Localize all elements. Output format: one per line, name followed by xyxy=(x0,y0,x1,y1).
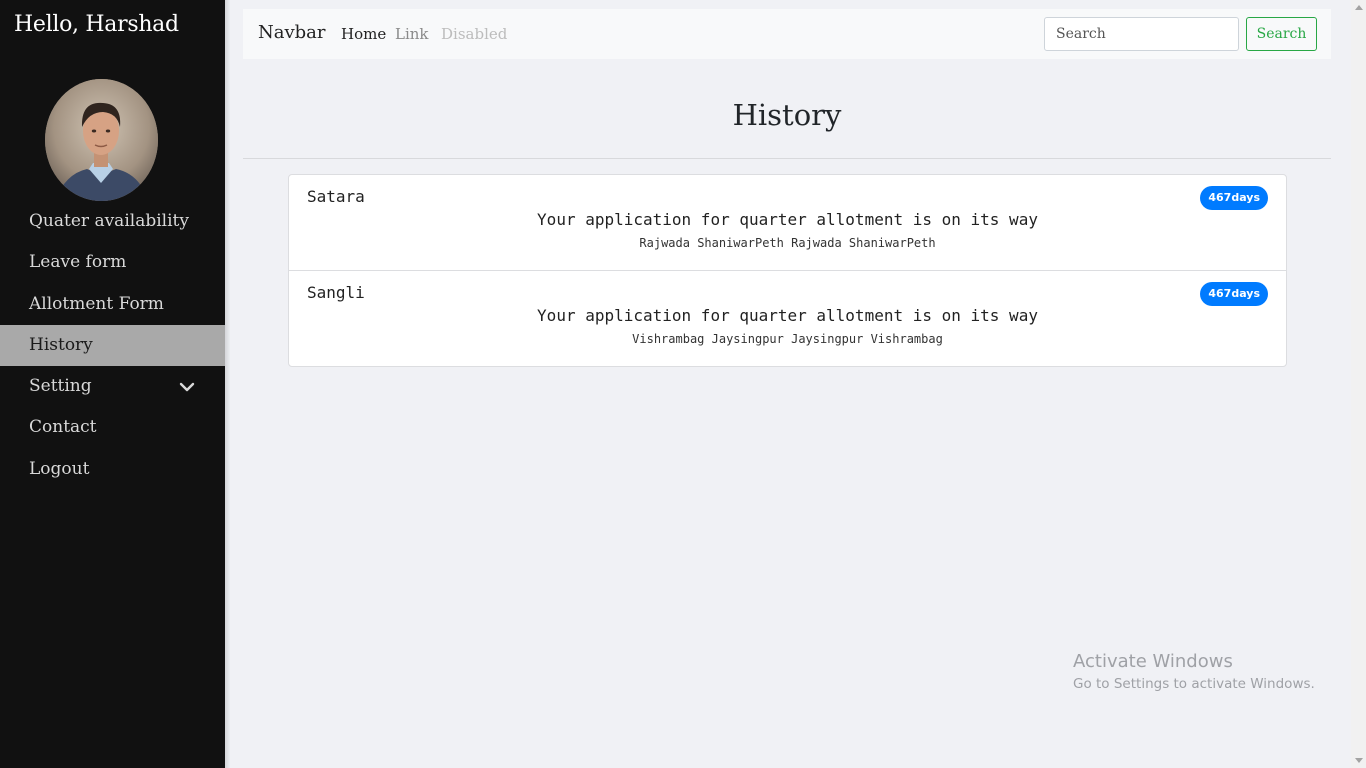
sidebar-item-label: Leave form xyxy=(29,252,127,273)
chevron-down-icon[interactable] xyxy=(179,379,195,395)
activate-windows-watermark: Activate Windows Go to Settings to activ… xyxy=(1073,651,1315,692)
list-item[interactable]: Sangli 467days Your application for quar… xyxy=(289,271,1286,366)
sidebar-item-logout[interactable]: Logout xyxy=(0,449,225,490)
watermark-subtitle: Go to Settings to activate Windows. xyxy=(1073,676,1315,692)
nav-link-link[interactable]: Link xyxy=(395,25,429,43)
sidebar-item-label: Setting xyxy=(29,376,92,397)
navbar-brand[interactable]: Navbar xyxy=(258,22,326,43)
history-location: Satara xyxy=(307,187,365,206)
history-message: Your application for quarter allotment i… xyxy=(537,306,1038,325)
scroll-down-icon[interactable] xyxy=(1355,758,1363,763)
navbar: Navbar Home Link Disabled Search xyxy=(243,9,1331,59)
history-list: Satara 467days Your application for quar… xyxy=(288,174,1287,367)
sidebar-item-quater-availability[interactable]: Quater availability xyxy=(0,201,225,242)
days-badge: 467days xyxy=(1200,186,1268,210)
sidebar-item-label: Quater availability xyxy=(29,211,189,231)
sidebar-item-setting[interactable]: Setting xyxy=(0,366,225,407)
avatar xyxy=(45,79,158,201)
sidebar-item-label: History xyxy=(29,334,93,355)
history-location: Sangli xyxy=(307,283,365,302)
scroll-up-icon[interactable] xyxy=(1355,5,1363,10)
sidebar-menu: Quater availability Leave form Allotment… xyxy=(0,201,225,490)
sidebar: Hello, Harshad Quater availability Leave… xyxy=(0,0,225,768)
greeting: Hello, Harshad xyxy=(14,12,179,37)
sidebar-item-contact[interactable]: Contact xyxy=(0,407,225,448)
history-message: Your application for quarter allotment i… xyxy=(537,210,1038,229)
nav-link-home[interactable]: Home xyxy=(341,25,386,43)
sidebar-item-label: Contact xyxy=(29,417,97,438)
sidebar-item-allotment-form[interactable]: Allotment Form xyxy=(0,284,225,325)
page-title: History xyxy=(732,98,842,132)
sidebar-item-leave-form[interactable]: Leave form xyxy=(0,242,225,283)
history-address: Vishrambag Jaysingpur Jaysingpur Vishram… xyxy=(632,332,943,346)
search-input[interactable] xyxy=(1044,17,1239,51)
avatar-image xyxy=(45,79,158,201)
history-address: Rajwada ShaniwarPeth Rajwada ShaniwarPet… xyxy=(639,236,936,250)
search-button[interactable]: Search xyxy=(1246,17,1317,51)
sidebar-item-label: Allotment Form xyxy=(29,293,164,314)
nav-link-disabled: Disabled xyxy=(441,25,508,43)
vertical-scrollbar[interactable] xyxy=(1351,0,1366,768)
watermark-title: Activate Windows xyxy=(1073,651,1233,672)
sidebar-item-history[interactable]: History xyxy=(0,324,225,367)
sidebar-item-label: Logout xyxy=(29,458,90,479)
divider xyxy=(243,158,1331,159)
list-item[interactable]: Satara 467days Your application for quar… xyxy=(289,175,1286,271)
days-badge: 467days xyxy=(1200,282,1268,306)
